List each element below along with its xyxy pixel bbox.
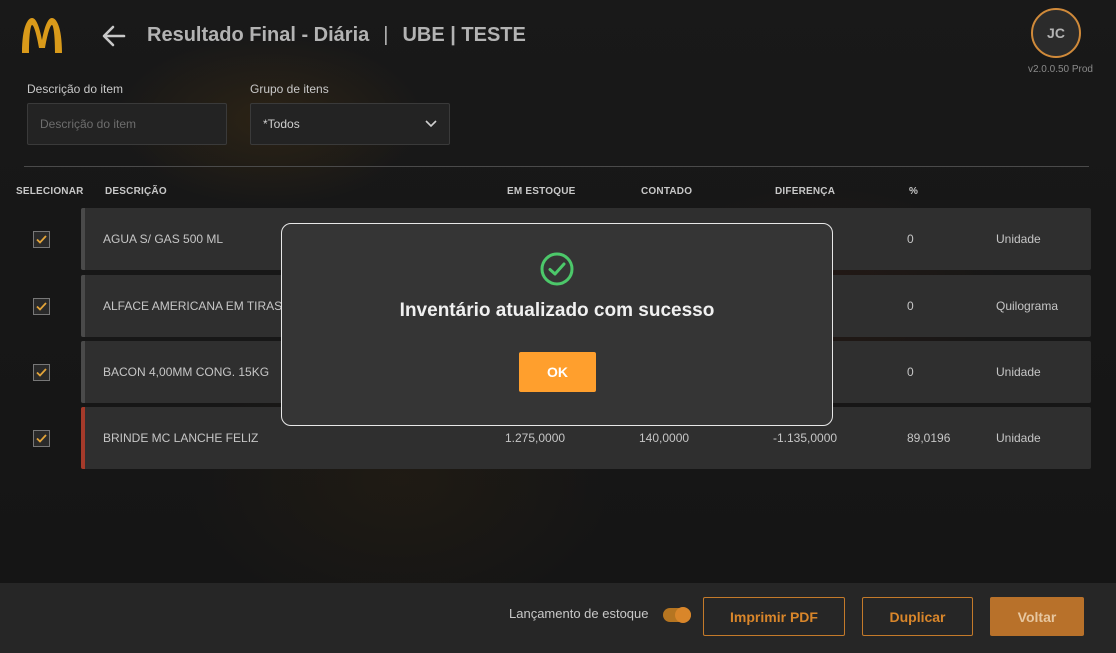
row-description: AGUA S/ GAS 500 ML (103, 232, 224, 246)
group-select-value: *Todos (263, 117, 300, 131)
row-stock: 1.275,0000 (505, 431, 566, 445)
mcdonalds-logo-icon (22, 18, 62, 53)
header-difference: DIFERENÇA (775, 186, 836, 197)
header-counted: CONTADO (641, 186, 693, 197)
checkmark-icon (36, 368, 47, 377)
stock-toggle[interactable] (663, 607, 691, 623)
header-percent: % (909, 186, 919, 197)
row-unit: Unidade (996, 431, 1041, 445)
print-pdf-button[interactable]: Imprimir PDF (703, 597, 845, 636)
row-unit: Quilograma (996, 299, 1059, 313)
row-description: ALFACE AMERICANA EM TIRAS (103, 299, 283, 313)
checkmark-icon (36, 235, 47, 244)
success-dialog: Inventário atualizado com sucesso OK (281, 223, 833, 426)
row-unit: Unidade (996, 232, 1041, 246)
row-percent: 0 (907, 365, 914, 379)
dialog-message: Inventário atualizado com sucesso (399, 300, 715, 321)
header-select: SELECIONAR (16, 186, 84, 197)
row-unit: Unidade (996, 365, 1041, 379)
duplicate-button[interactable]: Duplicar (862, 597, 973, 636)
description-filter-label: Descrição do item (27, 82, 124, 96)
row-percent: 89,0196 (907, 431, 951, 445)
title-text: Resultado Final - Diária (147, 24, 370, 46)
version-label: v2.0.0.50 Prod (1027, 64, 1093, 75)
stock-toggle-label: Lançamento de estoque (509, 606, 649, 621)
title-separator: | (383, 24, 389, 46)
description-input[interactable] (27, 103, 227, 145)
group-select[interactable]: *Todos (250, 103, 450, 145)
chevron-down-icon (425, 120, 437, 128)
row-checkbox[interactable] (33, 298, 50, 315)
row-difference: -1.135,0000 (773, 431, 838, 445)
check-circle-icon (540, 252, 574, 286)
row-description: BACON 4,00MM CONG. 15KG (103, 365, 270, 379)
toggle-knob (675, 607, 691, 623)
row-checkbox[interactable] (33, 364, 50, 381)
divider (24, 166, 1089, 167)
store-name: UBE | TESTE (402, 24, 526, 46)
row-checkbox[interactable] (33, 430, 50, 447)
back-button[interactable]: Voltar (990, 597, 1084, 636)
header-stock: EM ESTOQUE (507, 186, 576, 197)
checkmark-icon (36, 434, 47, 443)
row-counted: 140,0000 (639, 431, 690, 445)
checkmark-icon (36, 302, 47, 311)
page-title: Resultado Final - Diária | UBE | TESTE (147, 24, 526, 47)
row-percent: 0 (907, 299, 914, 313)
avatar[interactable]: JC (1031, 8, 1081, 58)
header-description: DESCRIÇÃO (105, 186, 167, 197)
row-checkbox[interactable] (33, 231, 50, 248)
row-percent: 0 (907, 232, 914, 246)
row-description: BRINDE MC LANCHE FELIZ (103, 431, 259, 445)
ok-button[interactable]: OK (519, 352, 596, 392)
back-arrow-icon[interactable] (100, 22, 128, 50)
group-filter-label: Grupo de itens (250, 82, 329, 96)
